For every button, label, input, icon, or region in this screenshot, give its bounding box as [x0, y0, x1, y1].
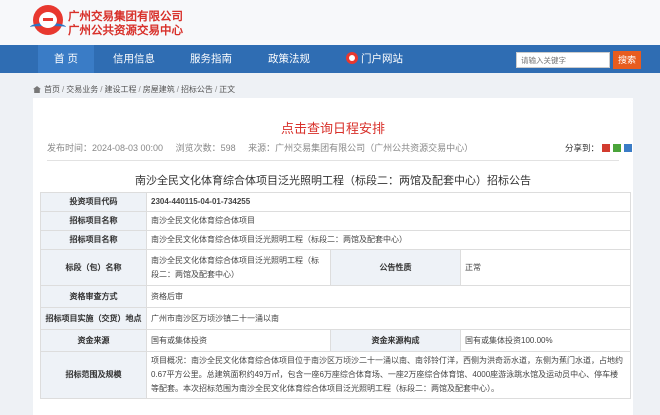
cell-label: 资格审查方式	[40, 285, 147, 308]
share-label: 分享到：	[565, 143, 600, 153]
cell-value: 2304-440115-04-01-734255	[145, 192, 632, 212]
search-input[interactable]	[516, 52, 610, 68]
article-card: 点击查询日程安排 发布时间：2024-08-03 00:00 浏览次数：598 …	[33, 98, 633, 415]
crumb-building[interactable]: 房屋建筑	[143, 85, 175, 94]
article-meta: 发布时间：2024-08-03 00:00 浏览次数：598 来源：广州交易集团…	[47, 141, 483, 154]
table-row: 招标项目实施（交货）地点 广州市南沙区万顷沙镇二十一涌以南	[40, 307, 632, 330]
wechat-share-icon[interactable]	[613, 144, 622, 152]
site-header: 广州交易集团有限公司 广州公共资源交易中心	[0, 0, 660, 45]
schedule-link[interactable]: 点击查询日程安排	[33, 118, 633, 137]
share-bar: 分享到：	[565, 142, 633, 154]
table-row: 招标项目名称 南沙全民文化体育综合体项目泛光照明工程（标段二：两馆及配套中心）	[40, 230, 632, 250]
search-button[interactable]: 搜索	[613, 51, 641, 69]
crumb-home[interactable]: 首页	[44, 85, 60, 94]
notice-table: 投资项目代码 2304-440115-04-01-734255 招标项目名称 南…	[40, 192, 632, 399]
publish-time: 发布时间：2024-08-03 00:00	[47, 143, 164, 153]
cell-label: 资金来源构成	[330, 329, 461, 352]
cell-value: 南沙全民文化体育综合体项目泛光照明工程（标段二：两馆及配套中心）	[145, 230, 632, 250]
crumb-current: 正文	[219, 85, 236, 94]
table-row: 招标项目名称 南沙全民文化体育综合体项目	[40, 211, 632, 231]
divider	[47, 160, 619, 161]
nav-home[interactable]: 首 页	[38, 45, 94, 73]
portal-icon	[346, 52, 358, 64]
nav-credit[interactable]: 信用信息	[113, 45, 155, 73]
table-row: 投资项目代码 2304-440115-04-01-734255	[40, 192, 632, 212]
article-source: 来源：广州交易集团有限公司（广州公共资源交易中心）	[248, 143, 474, 153]
crumb-construction[interactable]: 建设工程	[104, 85, 136, 94]
cell-label: 招标项目实施（交货）地点	[40, 307, 147, 330]
cell-label: 投资项目代码	[40, 192, 147, 212]
portal-label: 门户网站	[361, 53, 403, 65]
cell-value: 广州市南沙区万顷沙镇二十一涌以南	[145, 307, 632, 330]
cell-value: 南沙全民文化体育综合体项目	[145, 211, 632, 231]
breadcrumb: 首页 / 交易业务 / 建设工程 / 房屋建筑 / 招标公告 / 正文	[33, 84, 235, 95]
cell-value: 国有或集体投资100.00%	[459, 329, 632, 352]
cell-value: 正常	[459, 249, 632, 286]
table-row: 招标范围及规模 项目概况：南沙全民文化体育综合体项目位于南沙区万顷沙二十一涌以南…	[40, 351, 632, 399]
nav-portal[interactable]: 门户网站	[346, 45, 403, 73]
logo-icon[interactable]	[30, 5, 66, 35]
cell-value: 资格后审	[145, 285, 632, 308]
cell-label: 标段（包）名称	[40, 249, 147, 286]
qq-share-icon[interactable]	[624, 144, 633, 152]
nav-policy[interactable]: 政策法规	[268, 45, 310, 73]
crumb-trading[interactable]: 交易业务	[66, 85, 98, 94]
table-row: 资金来源 国有或集体投资 资金来源构成 国有或集体投资100.00%	[40, 329, 632, 352]
org-name-secondary: 广州公共资源交易中心	[68, 25, 183, 37]
cell-label: 资金来源	[40, 329, 147, 352]
nav-service-guide[interactable]: 服务指南	[190, 45, 232, 73]
cell-value: 项目概况：南沙全民文化体育综合体项目位于南沙区万顷沙二十一涌以南、南邻铃仃洋，西…	[145, 351, 632, 399]
notice-title: 南沙全民文化体育综合体项目泛光照明工程（标段二：两馆及配套中心）招标公告	[135, 175, 531, 187]
cell-label: 公告性质	[330, 249, 461, 286]
view-count: 浏览次数：598	[175, 143, 236, 153]
cell-label: 招标项目名称	[40, 211, 147, 231]
cell-label: 招标范围及规模	[40, 351, 147, 399]
cell-label: 招标项目名称	[40, 230, 147, 250]
cell-value: 南沙全民文化体育综合体项目泛光照明工程（标段二：两馆及配套中心）	[146, 249, 331, 286]
table-row: 标段（包）名称 南沙全民文化体育综合体项目泛光照明工程（标段二：两馆及配套中心）…	[40, 249, 632, 286]
weibo-share-icon[interactable]	[602, 144, 611, 152]
home-icon	[33, 86, 41, 93]
cell-value: 国有或集体投资	[146, 329, 331, 352]
crumb-notice[interactable]: 招标公告	[181, 85, 213, 94]
table-row: 资格审查方式 资格后审	[40, 285, 632, 308]
